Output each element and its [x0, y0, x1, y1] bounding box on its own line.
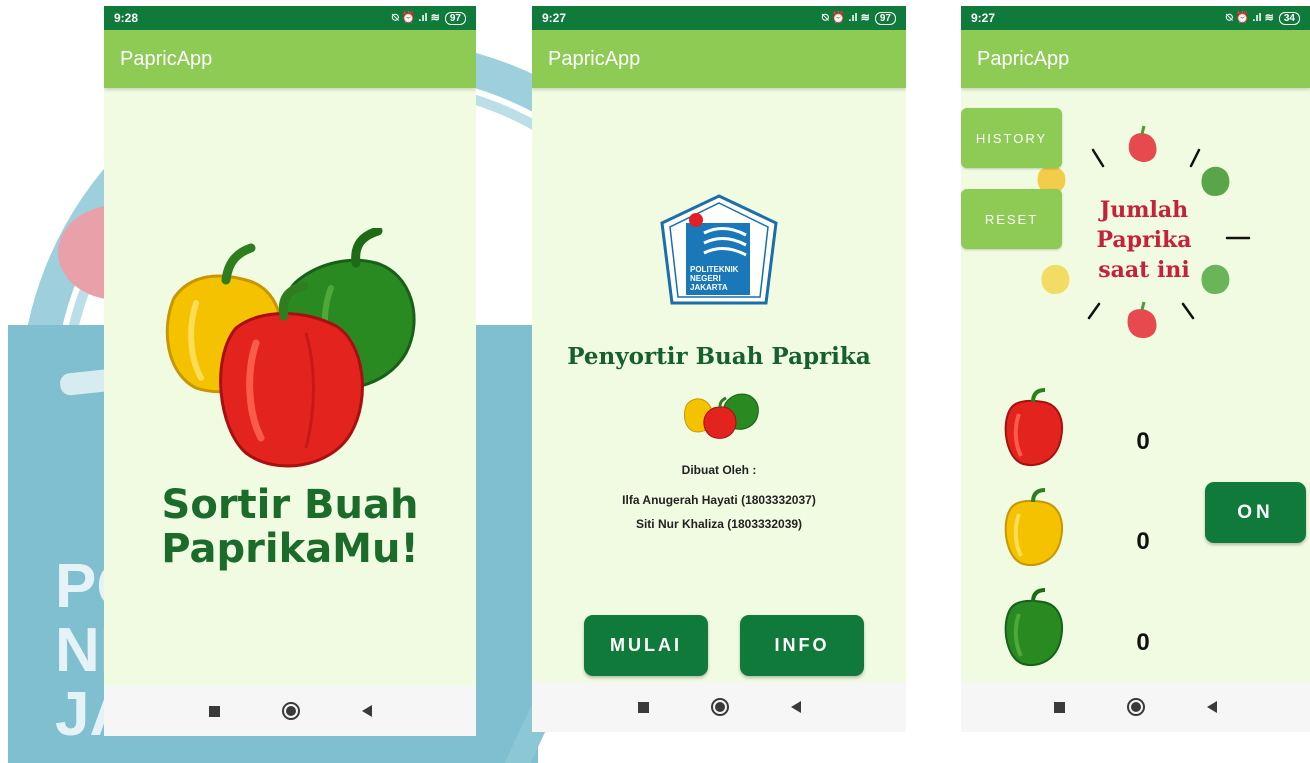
status-icons-glyphs: ⍉ ⏰ .ıl ≋ — [392, 12, 440, 24]
status-icons-glyphs: ⍉ ⏰ .ıl ≋ — [1226, 12, 1274, 24]
phone-counter-screen: 9:27 ⍉ ⏰ .ıl ≋ 34 PapricApp Jumlah Papri… — [961, 6, 1310, 732]
recents-square-icon[interactable] — [1054, 701, 1065, 713]
reset-button[interactable]: RESET — [961, 189, 1062, 249]
status-icons: ⍉ ⏰ .ıl ≋ 34 — [1226, 11, 1300, 25]
pepper-group-illustration — [165, 228, 416, 468]
logo-text-3: JAKARTA — [690, 283, 728, 292]
deco-yellow-pepper-2-icon — [1041, 264, 1070, 294]
status-bar: 9:27 ⍉ ⏰ .ıl ≋ 97 — [532, 6, 906, 30]
splash-tagline: Sortir Buah PaprikaMu! — [161, 482, 419, 572]
menu-content: POLITEKNIK NEGERI JAKARTA Penyortir Buah… — [532, 88, 906, 686]
home-circle-icon[interactable] — [710, 698, 729, 716]
splash-content: Sortir Buah PaprikaMu! — [104, 88, 476, 686]
nav-bar — [961, 682, 1310, 732]
battery-icon: 97 — [874, 11, 896, 25]
credits-header: Dibuat Oleh : — [681, 463, 757, 477]
info-button[interactable]: INFO — [740, 615, 864, 676]
status-icons-glyphs: ⍉ ⏰ .ıl ≋ — [822, 12, 870, 24]
status-icons: ⍉ ⏰ .ıl ≋ 97 — [392, 11, 466, 25]
status-bar: 9:28 ⍉ ⏰ .ıl ≋ 97 — [104, 6, 476, 30]
credit-author: Ilfa Anugerah Hayati (1803332037) — [622, 493, 816, 507]
status-time: 9:27 — [971, 11, 996, 25]
on-button[interactable]: ON — [1205, 482, 1306, 543]
logo-text-1: POLITEKNIK — [690, 265, 739, 274]
back-triangle-icon[interactable] — [790, 701, 801, 713]
app-bar: PapricApp — [104, 30, 476, 88]
home-circle-icon[interactable] — [281, 702, 300, 720]
deco-green-pepper-icon — [1201, 166, 1230, 196]
green-count-value: 0 — [1136, 629, 1150, 656]
app-title: PapricApp — [977, 47, 1070, 70]
credit-author: Siti Nur Khaliza (1803332039) — [635, 517, 803, 531]
counter-content: Jumlah Paprika saat ini HISTORY RESET 0 … — [961, 88, 1310, 686]
deco-red-pepper-top-icon — [1128, 125, 1157, 162]
back-triangle-icon[interactable] — [1207, 701, 1217, 713]
status-time: 9:28 — [114, 11, 139, 25]
app-bar: PapricApp — [532, 30, 906, 88]
nav-bar — [532, 682, 906, 732]
screenshot-canvas: PO NE JA 9:28 ⍉ ⏰ .ıl ≋ 97 PapricApp Sor… — [0, 0, 1310, 763]
status-icons: ⍉ ⏰ .ıl ≋ 97 — [822, 11, 896, 25]
yellow-pepper-icon — [1004, 488, 1063, 566]
count-title: Jumlah Paprika saat ini — [1096, 197, 1192, 283]
history-button[interactable]: HISTORY — [961, 108, 1062, 168]
credits-block: Dibuat Oleh : Ilfa Anugerah Hayati (1803… — [532, 458, 906, 536]
green-pepper-icon — [1004, 588, 1063, 666]
status-bar: 9:27 ⍉ ⏰ .ıl ≋ 34 — [961, 6, 1310, 30]
app-title: PapricApp — [120, 47, 213, 70]
app-bar: PapricApp — [961, 30, 1310, 88]
red-count-value: 0 — [1136, 428, 1150, 455]
yellow-count-value: 0 — [1136, 528, 1150, 555]
recents-square-icon[interactable] — [208, 705, 220, 717]
mini-pepper-group-icon — [684, 393, 759, 439]
red-pepper-icon — [1004, 388, 1063, 466]
mulai-button[interactable]: MULAI — [584, 615, 708, 676]
nav-bar — [104, 686, 476, 736]
phone-menu-screen: 9:27 ⍉ ⏰ .ıl ≋ 97 PapricApp POLITEKNIK N… — [532, 6, 906, 732]
deco-red-pepper-bottom-icon — [1127, 301, 1157, 338]
app-title: PapricApp — [548, 47, 641, 70]
battery-icon: 97 — [444, 11, 466, 25]
status-time: 9:27 — [542, 11, 567, 25]
recents-square-icon[interactable] — [637, 701, 649, 713]
pnj-logo-icon: POLITEKNIK NEGERI JAKARTA — [660, 194, 778, 305]
logo-text-2: NEGERI — [690, 274, 721, 283]
page-title: Penyortir Buah Paprika — [567, 343, 871, 370]
back-triangle-icon[interactable] — [361, 705, 372, 717]
phone-splash-screen: 9:28 ⍉ ⏰ .ıl ≋ 97 PapricApp Sortir Buah … — [104, 6, 476, 736]
battery-icon: 34 — [1278, 11, 1300, 25]
home-circle-icon[interactable] — [1127, 698, 1145, 716]
